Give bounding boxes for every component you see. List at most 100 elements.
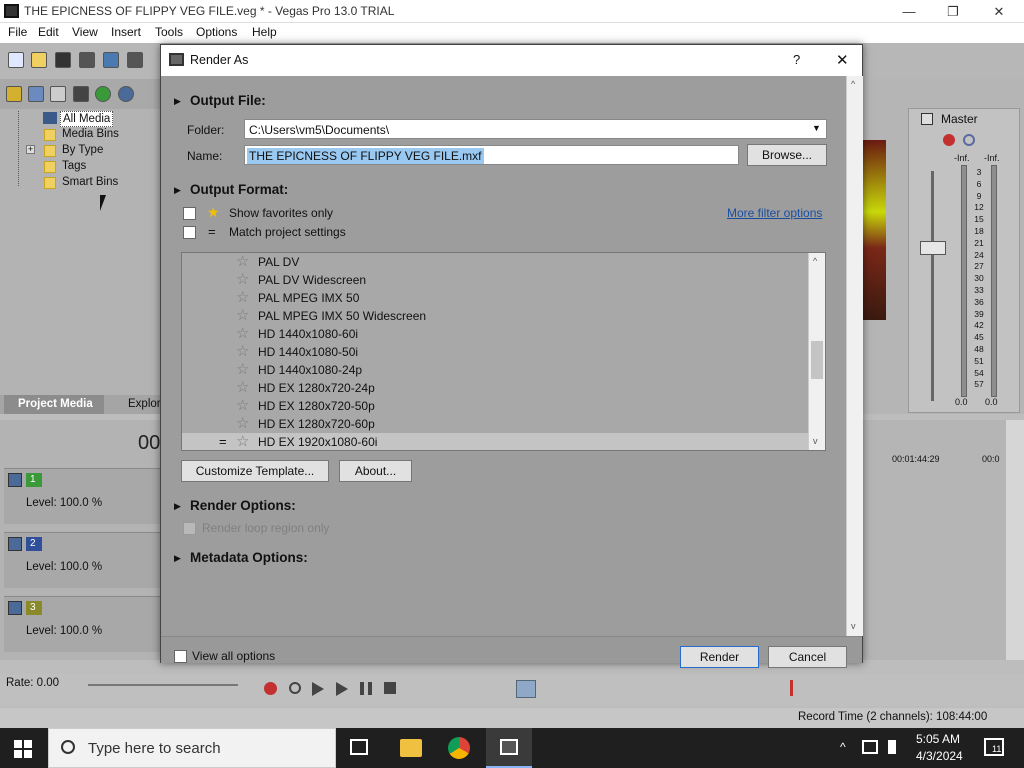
- track-level[interactable]: Level: 100.0 %: [26, 561, 102, 573]
- menu-edit[interactable]: Edit: [38, 25, 59, 39]
- list-item[interactable]: ☆ HD EX 1280x720-24p: [182, 379, 808, 397]
- minimize-button[interactable]: —: [886, 0, 932, 23]
- metadata-options-arrow-icon[interactable]: ▶: [174, 553, 181, 564]
- scroll-down-icon[interactable]: v: [851, 621, 856, 631]
- scroll-up-icon[interactable]: ^: [813, 256, 817, 266]
- save-icon[interactable]: [55, 52, 71, 68]
- output-format-header[interactable]: Output Format:: [190, 182, 288, 197]
- menu-file[interactable]: File: [8, 25, 27, 39]
- vegas-taskbar-button[interactable]: [486, 728, 532, 768]
- track-minimize-icon[interactable]: [8, 473, 22, 487]
- list-item[interactable]: ☆ PAL DV: [182, 253, 808, 271]
- favorite-star-icon[interactable]: ☆: [236, 289, 249, 306]
- open-folder-icon[interactable]: [31, 52, 47, 68]
- metadata-options-header[interactable]: Metadata Options:: [190, 550, 308, 565]
- maximize-button[interactable]: ❐: [930, 0, 976, 23]
- about-button[interactable]: About...: [339, 460, 412, 482]
- render-button[interactable]: Render: [680, 646, 759, 668]
- scroll-thumb[interactable]: [811, 341, 823, 379]
- tree-item-all-media[interactable]: All Media: [60, 111, 114, 127]
- view-all-options-checkbox[interactable]: [174, 650, 187, 663]
- render-icon[interactable]: [103, 52, 119, 68]
- favorite-star-icon[interactable]: ☆: [236, 253, 249, 270]
- output-format-arrow-icon[interactable]: ▶: [174, 185, 181, 196]
- normal-edit-tool-icon[interactable]: [516, 680, 536, 698]
- customize-template-button[interactable]: Customize Template...: [181, 460, 329, 482]
- template-list-vscroll[interactable]: ^ v: [808, 253, 825, 450]
- favorite-star-icon[interactable]: ☆: [236, 343, 249, 360]
- list-item[interactable]: ☆ PAL MPEG IMX 50: [182, 289, 808, 307]
- list-item[interactable]: ☆ HD EX 1280x720-60p: [182, 415, 808, 433]
- notification-icon[interactable]: 11: [984, 738, 1004, 756]
- search-icon[interactable]: [118, 86, 134, 102]
- play-icon[interactable]: [336, 682, 348, 696]
- task-view-icon[interactable]: [350, 739, 368, 755]
- more-filter-options-link[interactable]: More filter options: [727, 206, 822, 220]
- render-options-header[interactable]: Render Options:: [190, 498, 296, 513]
- track-header[interactable]: 3 Level: 100.0 %: [4, 596, 160, 652]
- clock-time[interactable]: 5:05 AM: [916, 732, 960, 746]
- tab-project-media[interactable]: Project Media: [4, 395, 104, 414]
- dialog-close-button[interactable]: ✕: [836, 51, 849, 69]
- scroll-up-icon[interactable]: ^: [851, 79, 855, 89]
- list-item-selected[interactable]: = ☆ HD EX 1920x1080-60i: [182, 433, 808, 450]
- list-item[interactable]: ☆ HD EX 1280x720-50p: [182, 397, 808, 415]
- output-file-arrow-icon[interactable]: ▶: [174, 96, 181, 107]
- favorite-star-icon[interactable]: ☆: [236, 397, 249, 414]
- favorite-star-icon[interactable]: ☆: [236, 379, 249, 396]
- chevron-down-icon[interactable]: ▼: [812, 123, 821, 133]
- clock-date[interactable]: 4/3/2024: [916, 749, 963, 763]
- track-minimize-icon[interactable]: [8, 537, 22, 551]
- chevron-up-icon[interactable]: ^: [840, 740, 846, 754]
- menu-insert[interactable]: Insert: [111, 25, 141, 39]
- expand-icon[interactable]: +: [26, 145, 35, 154]
- favorite-star-icon[interactable]: ☆: [236, 325, 249, 342]
- rate-slider[interactable]: [88, 684, 238, 686]
- list-item[interactable]: ☆ HD 1440x1080-24p: [182, 361, 808, 379]
- tree-item-tags[interactable]: Tags: [62, 160, 86, 172]
- pause-icon[interactable]: [360, 682, 372, 695]
- tree-item-media-bins[interactable]: Media Bins: [62, 128, 119, 140]
- list-item[interactable]: ☆ HD 1440x1080-50i: [182, 343, 808, 361]
- start-button-icon[interactable]: [14, 740, 32, 758]
- file-explorer-icon[interactable]: [400, 739, 422, 757]
- new-file-icon[interactable]: [8, 52, 24, 68]
- import-icon[interactable]: [6, 86, 22, 102]
- close-button[interactable]: ✕: [976, 0, 1022, 23]
- properties-icon[interactable]: [127, 52, 143, 68]
- name-input[interactable]: THE EPICNESS OF FLIPPY VEG FILE.mxf: [244, 145, 739, 165]
- fx-icon[interactable]: [943, 134, 955, 146]
- template-list[interactable]: ☆ PAL DV ☆ PAL DV Widescreen ☆ PAL MPEG IMX…: [181, 252, 826, 451]
- list-item[interactable]: ☆ PAL MPEG IMX 50 Widescreen: [182, 307, 808, 325]
- show-favorites-checkbox[interactable]: [183, 207, 196, 220]
- tree-item-smart-bins[interactable]: Smart Bins: [62, 176, 118, 188]
- volume-muted-icon[interactable]: [888, 740, 902, 754]
- stop-icon[interactable]: [384, 682, 396, 694]
- list-item[interactable]: ☆ PAL DV Widescreen: [182, 271, 808, 289]
- menu-options[interactable]: Options: [196, 25, 237, 39]
- favorite-star-icon[interactable]: ☆: [236, 415, 249, 432]
- favorite-star-icon[interactable]: ☆: [236, 361, 249, 378]
- track-header[interactable]: 1 Level: 100.0 %: [4, 468, 160, 524]
- menu-tools[interactable]: Tools: [155, 25, 183, 39]
- record-icon[interactable]: [264, 682, 277, 695]
- loop-icon[interactable]: [289, 682, 301, 694]
- match-project-checkbox[interactable]: [183, 226, 196, 239]
- master-fader[interactable]: [920, 241, 946, 255]
- play-from-start-icon[interactable]: [312, 682, 324, 696]
- properties-icon[interactable]: [73, 86, 89, 102]
- track-header[interactable]: 2 Level: 100.0 %: [4, 532, 160, 588]
- dialog-vscroll[interactable]: ^ v: [846, 76, 863, 636]
- folder-combobox[interactable]: C:\Users\vm5\Documents\ ▼: [244, 119, 827, 139]
- list-item[interactable]: ☆ HD 1440x1080-60i: [182, 325, 808, 343]
- help-button[interactable]: ?: [793, 52, 800, 67]
- favorite-star-icon[interactable]: ☆: [236, 271, 249, 288]
- taskbar-search-box[interactable]: Type here to search: [48, 728, 336, 768]
- scroll-down-icon[interactable]: v: [813, 436, 818, 446]
- menu-view[interactable]: View: [72, 25, 98, 39]
- web-icon[interactable]: [95, 86, 111, 102]
- mute-icon[interactable]: [963, 134, 975, 146]
- menu-help[interactable]: Help: [252, 25, 277, 39]
- media-fx-icon[interactable]: [50, 86, 66, 102]
- favorite-star-icon[interactable]: ☆: [236, 307, 249, 324]
